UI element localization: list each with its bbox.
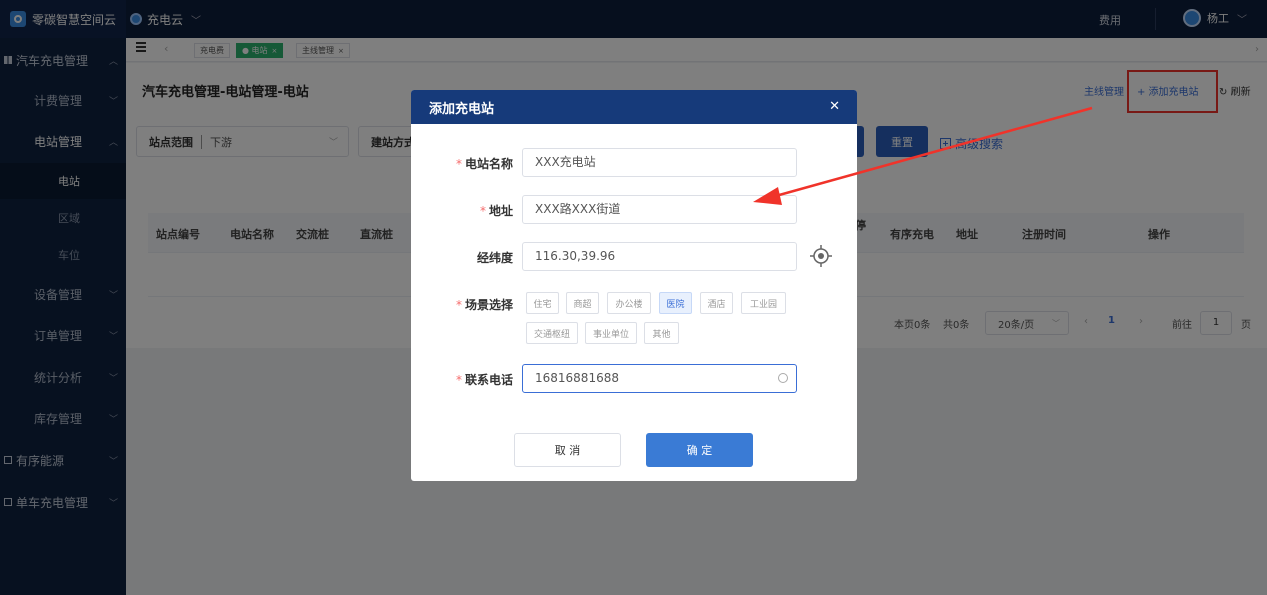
scene-chip[interactable]: 其他 <box>644 322 679 344</box>
scene-chip[interactable]: 办公楼 <box>607 292 651 314</box>
phone-label: * 联系电话 <box>455 373 513 387</box>
phone-input[interactable]: 16816881688 <box>522 364 797 393</box>
clear-icon[interactable] <box>778 373 788 383</box>
dialog-title: 添加充电站 <box>429 101 495 117</box>
cancel-button[interactable]: 取 消 <box>514 433 621 467</box>
address-label: * 地址 <box>479 204 513 218</box>
scene-chip[interactable]: 商超 <box>566 292 599 314</box>
scene-chip[interactable]: 交通枢纽 <box>526 322 578 344</box>
scene-chip[interactable]: 事业单位 <box>585 322 637 344</box>
locate-icon[interactable] <box>810 245 832 267</box>
scene-chip[interactable]: 工业园 <box>741 292 786 314</box>
coords-label: 经纬度 <box>476 251 513 265</box>
scene-chip[interactable]: 住宅 <box>526 292 559 314</box>
confirm-button[interactable]: 确 定 <box>646 433 753 467</box>
phone-value: 16816881688 <box>535 371 619 385</box>
scene-chip-selected[interactable]: 医院 <box>659 292 692 314</box>
scene-chip[interactable]: 酒店 <box>700 292 733 314</box>
close-icon[interactable]: ✕ <box>829 99 840 114</box>
station-name-input[interactable]: XXX充电站 <box>522 148 797 177</box>
address-input[interactable]: XXX路XXX街道 <box>522 195 797 224</box>
dialog-header: 添加充电站 ✕ <box>411 90 857 124</box>
scene-label: * 场景选择 <box>455 298 513 312</box>
add-station-dialog: 添加充电站 ✕ * 电站名称 XXX充电站 * 地址 XXX路XXX街道 经纬度 1… <box>411 90 857 481</box>
coords-input[interactable]: 116.30,39.96 <box>522 242 797 271</box>
station-name-label: * 电站名称 <box>455 157 513 171</box>
